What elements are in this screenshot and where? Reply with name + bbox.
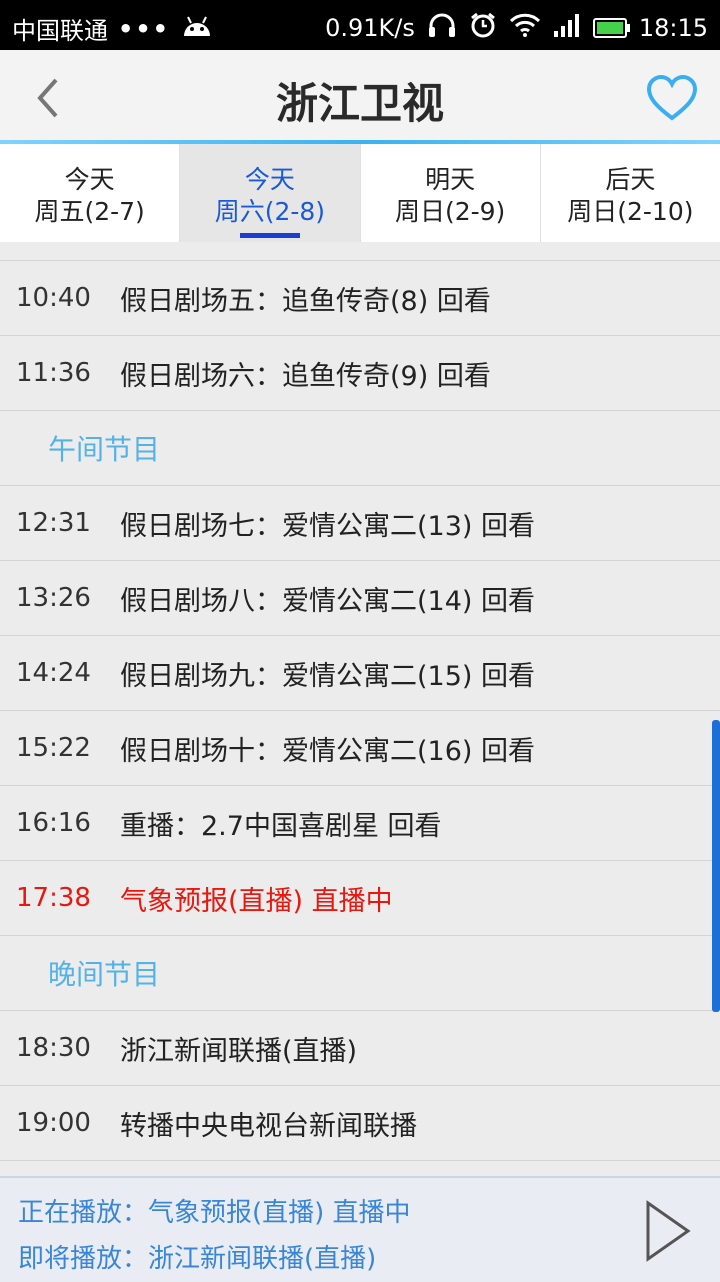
heart-icon [646, 74, 698, 121]
alarm-icon [469, 11, 497, 45]
program-time: 11:36 [16, 358, 91, 388]
list-item[interactable]: 19:00 转播中央电视台新闻联播 [0, 1086, 720, 1161]
play-button[interactable] [644, 1200, 692, 1262]
network-speed: 0.91K/s [325, 14, 415, 42]
section-header-evening: 晚间节目 [0, 936, 720, 1011]
list-item[interactable]: 13:26 假日剧场八：爱情公寓二(14) 回看 [0, 561, 720, 636]
program-list[interactable]: 10:40 假日剧场五：追鱼传奇(8) 回看 11:36 假日剧场六：追鱼传奇(… [0, 248, 720, 1174]
program-name: 转播中央电视台新闻联播 [120, 1110, 417, 1142]
tab-day-label: 今天 [244, 165, 295, 194]
list-scrollbar[interactable] [712, 720, 720, 1012]
tab-date-label: 周六(2-8) [214, 197, 326, 226]
list-item-partial [0, 248, 720, 261]
list-item[interactable]: 16:16 重播：2.7中国喜剧星 回看 [0, 786, 720, 861]
now-playing-bar: 正在播放：气象预报(直播) 直播中 即将播放：浙江新闻联播(直播) [0, 1176, 720, 1282]
now-playing-text: 正在播放：气象预报(直播) 直播中 [18, 1198, 411, 1228]
list-item[interactable]: 15:22 假日剧场十：爱情公寓二(16) 回看 [0, 711, 720, 786]
program-time: 17:38 [16, 883, 91, 913]
program-name: 浙江新闻联播(直播) [120, 1035, 358, 1067]
more-notifications: ••• [118, 14, 171, 43]
android-icon [180, 14, 214, 44]
battery-icon [592, 18, 630, 38]
section-header-noon: 午间节目 [0, 411, 720, 486]
tab-day-label: 后天 [605, 165, 656, 194]
program-time: 14:24 [16, 658, 91, 688]
program-name: 气象预报(直播) 直播中 [120, 885, 393, 917]
list-item[interactable]: 11:36 假日剧场六：追鱼传奇(9) 回看 [0, 336, 720, 411]
page-title: 浙江卫视 [275, 79, 444, 128]
tab-friday[interactable]: 今天 周五(2-7) [0, 144, 181, 242]
wifi-icon [509, 13, 541, 43]
title-bar: 浙江卫视 [0, 50, 720, 142]
status-bar: 中国联通 ••• 0.91K/s 18:15 [0, 0, 720, 50]
program-time: 13:26 [16, 583, 91, 613]
tab-date-label: 周日(2-10) [567, 197, 694, 226]
list-item-live[interactable]: 17:38 气象预报(直播) 直播中 [0, 861, 720, 936]
list-item[interactable]: 14:24 假日剧场九：爱情公寓二(15) 回看 [0, 636, 720, 711]
clock: 18:15 [638, 14, 708, 42]
tab-saturday[interactable]: 今天 周六(2-8) [180, 144, 361, 242]
tab-date-label: 周五(2-7) [34, 197, 145, 226]
tab-date-label: 周日(2-9) [394, 197, 506, 226]
carrier-name: 中国联通 [12, 17, 108, 45]
program-name: 假日剧场五：追鱼传奇(8) 回看 [120, 285, 491, 317]
program-time: 18:30 [16, 1033, 91, 1063]
play-icon [646, 1200, 691, 1262]
tab-sunday[interactable]: 明天 周日(2-9) [361, 144, 541, 242]
program-name: 假日剧场六：追鱼传奇(9) 回看 [120, 360, 491, 392]
program-time: 19:00 [16, 1108, 91, 1138]
program-name: 假日剧场八：爱情公寓二(14) 回看 [120, 585, 536, 617]
date-tabs: 今天 周五(2-7) 今天 周六(2-8) 明天 周日(2-9) 后天 周日(2… [0, 144, 720, 242]
active-tab-indicator [240, 233, 300, 238]
list-item[interactable]: 18:30 浙江新闻联播(直播) [0, 1011, 720, 1086]
tab-sunday-next[interactable]: 后天 周日(2-10) [541, 144, 720, 242]
signal-icon [553, 13, 581, 43]
program-name: 假日剧场九：爱情公寓二(15) 回看 [120, 660, 536, 692]
favorite-button[interactable] [646, 74, 698, 122]
up-next-text: 即将播放：浙江新闻联播(直播) [18, 1244, 377, 1274]
list-item[interactable]: 12:31 假日剧场七：爱情公寓二(13) 回看 [0, 486, 720, 561]
program-name: 假日剧场七：爱情公寓二(13) 回看 [120, 510, 536, 542]
program-time: 15:22 [16, 733, 91, 763]
program-time: 16:16 [16, 808, 91, 838]
program-time: 12:31 [16, 508, 91, 538]
tab-day-label: 今天 [64, 165, 115, 194]
headphones-icon [427, 12, 457, 44]
program-time: 10:40 [16, 283, 91, 313]
tab-day-label: 明天 [425, 165, 476, 194]
list-item[interactable]: 10:40 假日剧场五：追鱼传奇(8) 回看 [0, 261, 720, 336]
program-name: 假日剧场十：爱情公寓二(16) 回看 [120, 735, 536, 767]
program-name: 重播：2.7中国喜剧星 回看 [120, 810, 442, 842]
